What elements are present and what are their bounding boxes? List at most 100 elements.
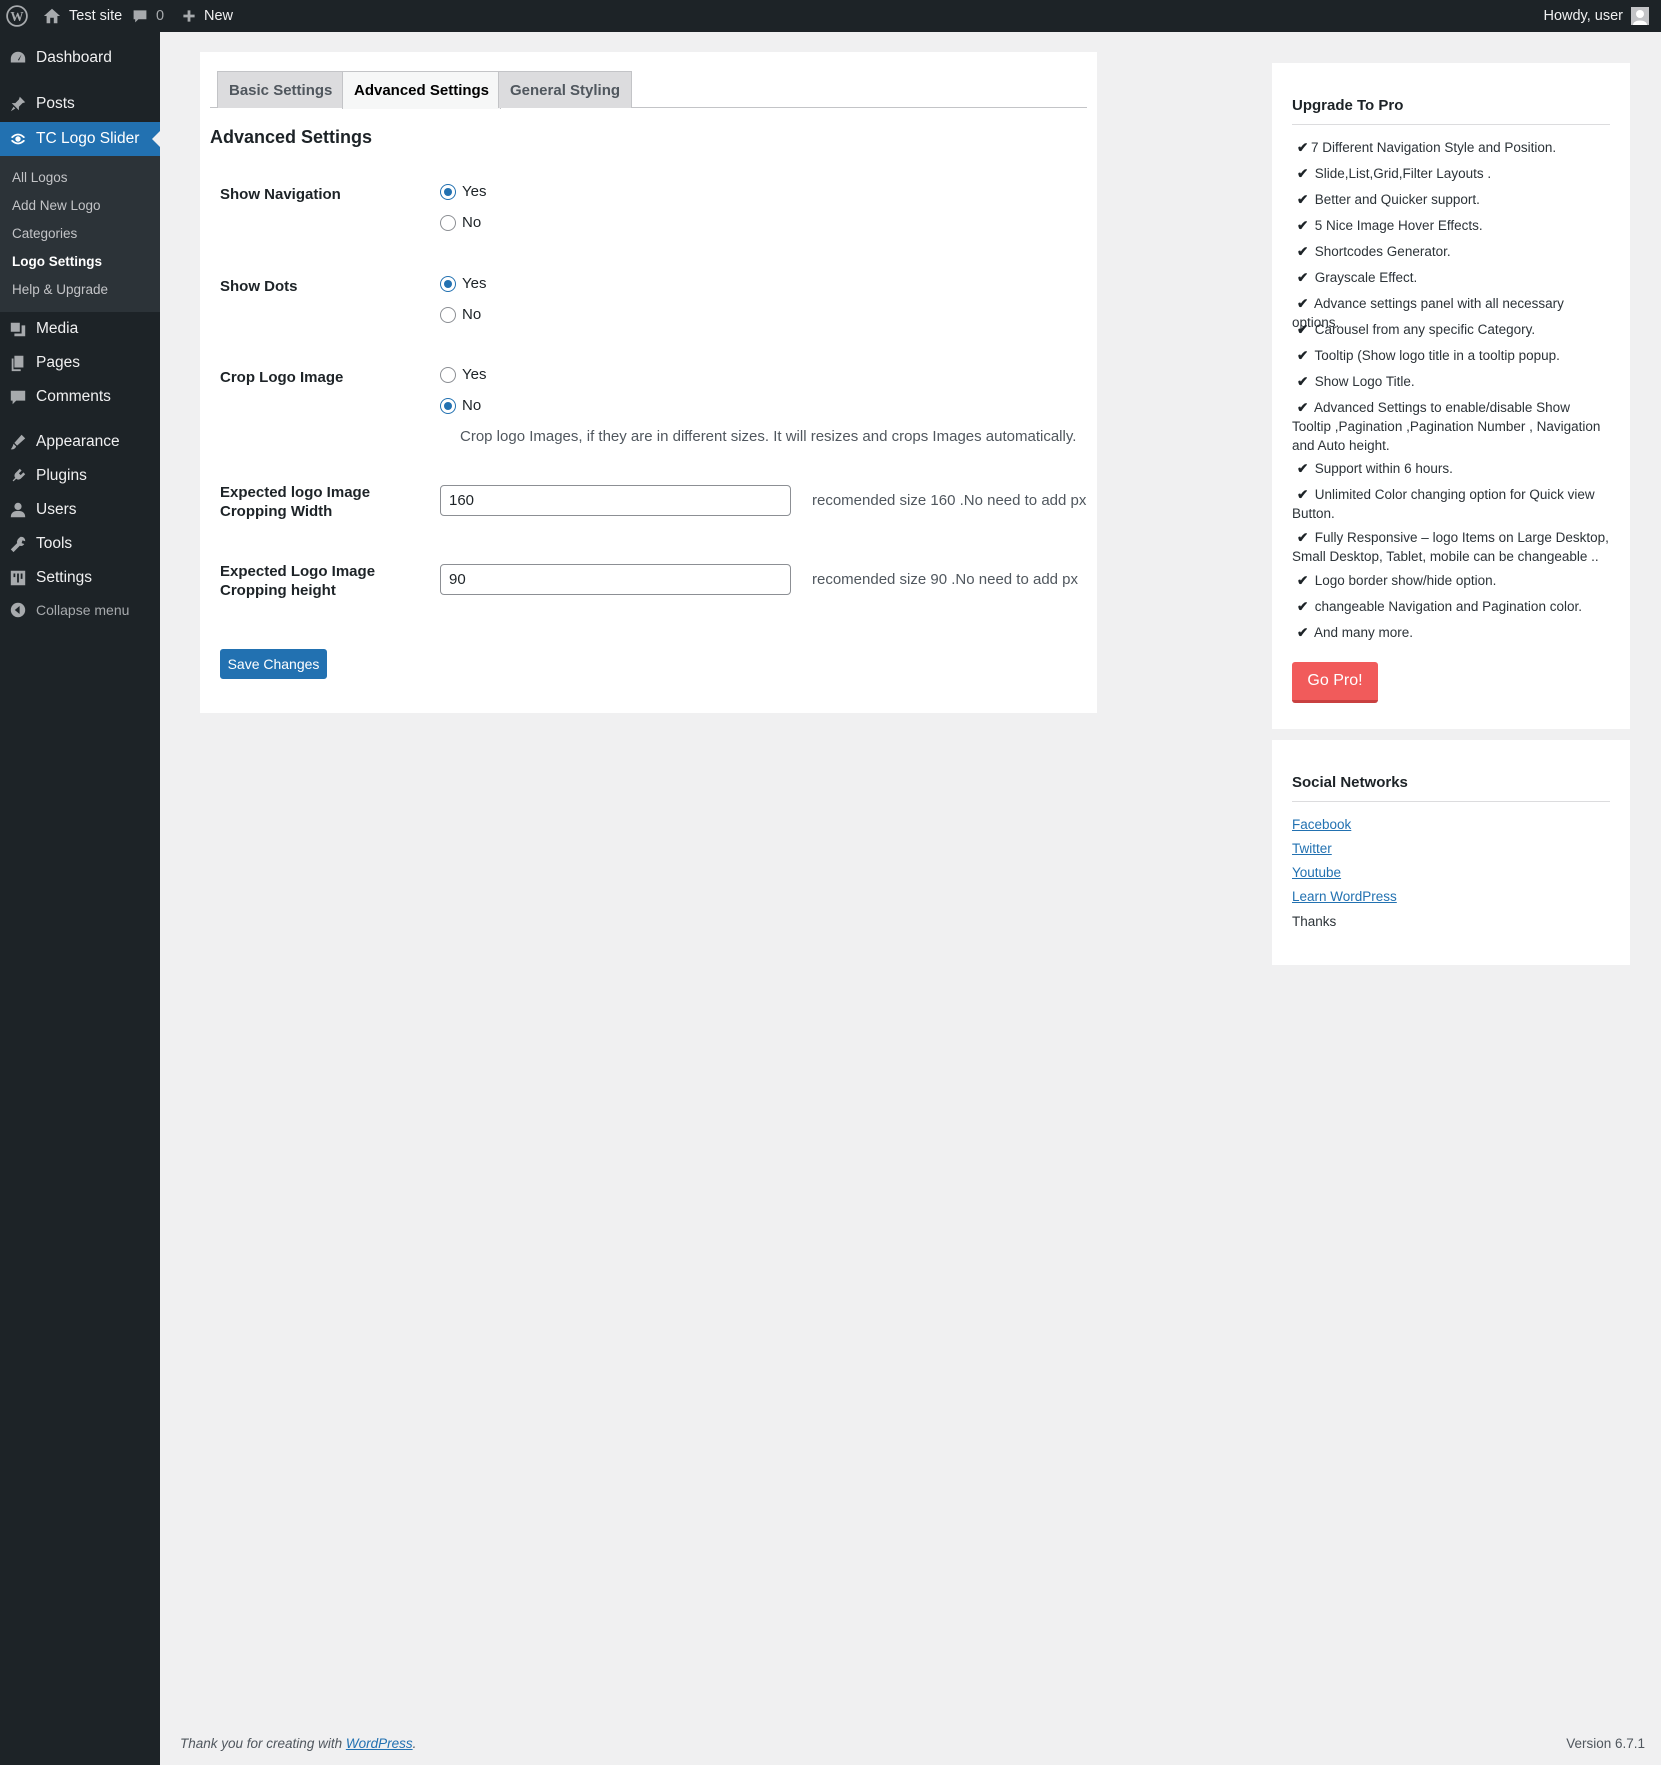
crop-width-label: Expected logo Image Cropping Width — [220, 484, 371, 520]
show-navigation-label: Show Navigation — [220, 186, 341, 203]
comment-bubble-icon — [133, 10, 147, 23]
slider-icon — [0, 130, 36, 148]
collapse-arrow-icon — [0, 602, 36, 618]
radio-label: No — [462, 214, 482, 231]
check-icon: ✔ — [1297, 374, 1309, 389]
sidebar-item-label: Plugins — [36, 467, 87, 484]
feature-item: ✔ Unlimited Color changing option for Qu… — [1292, 487, 1595, 521]
show-dots-yes-radio[interactable]: Yes — [440, 275, 486, 292]
howdy-text: Howdy, user — [1543, 8, 1623, 24]
settings-tabs: Basic Settings Advanced Settings General… — [210, 71, 1087, 109]
sidebar-item-tools[interactable]: Tools — [0, 527, 160, 561]
sidebar-item-comments[interactable]: Comments — [0, 380, 160, 414]
save-changes-button[interactable]: Save Changes — [220, 649, 327, 679]
tab-advanced-settings[interactable]: Advanced Settings — [342, 71, 502, 109]
my-account[interactable]: Howdy, user — [1543, 0, 1649, 32]
sidebar-item-plugins[interactable]: Plugins — [0, 459, 160, 493]
crop-width-hint: recomended size 160 .No need to add px — [812, 492, 1087, 509]
site-name-link[interactable]: Test site — [43, 0, 122, 32]
radio-label: No — [462, 306, 482, 323]
submenu-item-help-upgrade[interactable]: Help & Upgrade — [12, 282, 108, 297]
sidebar-item-label: Tools — [36, 535, 73, 552]
social-networks-title: Social Networks — [1292, 774, 1408, 791]
radio-button[interactable] — [440, 214, 456, 231]
submenu: All Logos Add New Logo Categories Logo S… — [0, 156, 160, 312]
sidebar-item-posts[interactable]: Posts — [0, 87, 160, 121]
crop-logo-hint: Crop logo Images, if they are in differe… — [460, 428, 1077, 445]
show-navigation-yes-radio[interactable]: Yes — [440, 183, 486, 200]
comments-icon — [0, 388, 36, 406]
show-dots-no-radio[interactable]: No — [440, 306, 481, 323]
check-icon: ✔ — [1297, 530, 1309, 545]
crop-logo-no-radio[interactable]: No — [440, 397, 481, 414]
sidebar-item-label: Pages — [36, 354, 80, 371]
show-navigation-no-radio[interactable]: No — [440, 214, 481, 231]
collapse-menu-button[interactable]: Collapse menu — [0, 595, 160, 625]
feature-item: ✔ Slide,List,Grid,Filter Layouts . — [1297, 166, 1492, 181]
upgrade-pro-widget: Upgrade To Pro ✔ 7 Different Navigation S… — [1272, 63, 1630, 729]
submenu-item-logo-settings[interactable]: Logo Settings — [12, 254, 102, 269]
radio-button[interactable] — [440, 306, 456, 323]
check-icon: ✔ — [1297, 625, 1309, 640]
submenu-item-categories[interactable]: Categories — [12, 226, 77, 241]
feature-item: ✔ And many more. — [1297, 625, 1414, 640]
admin-sidebar: Dashboard Posts TC Logo Slider All Logos… — [0, 32, 160, 1765]
wordpress-logo-icon[interactable]: W — [6, 0, 28, 32]
radio-button[interactable] — [440, 397, 456, 414]
radio-label: Yes — [462, 275, 487, 292]
feature-item: ✔ Tooltip (Show logo title in a tooltip … — [1297, 348, 1560, 363]
sidebar-item-dashboard[interactable]: Dashboard — [0, 41, 160, 75]
submenu-item-all-logos[interactable]: All Logos — [12, 170, 68, 185]
settings-icon — [0, 569, 36, 587]
sidebar-item-appearance[interactable]: Appearance — [0, 425, 160, 459]
feature-item: ✔ 5 Nice Image Hover Effects. — [1297, 218, 1483, 233]
new-content-link[interactable]: New — [182, 0, 233, 32]
upgrade-pro-title: Upgrade To Pro — [1292, 97, 1404, 114]
sidebar-item-label: Dashboard — [36, 49, 112, 66]
learn-wordpress-link[interactable]: Learn WordPress — [1292, 889, 1397, 904]
radio-button[interactable] — [440, 275, 456, 292]
radio-button[interactable] — [440, 366, 456, 383]
facebook-link[interactable]: Facebook — [1292, 817, 1351, 832]
sidebar-item-label: Media — [36, 320, 79, 337]
divider — [1292, 801, 1610, 802]
radio-button[interactable] — [440, 183, 456, 200]
crop-width-input[interactable] — [440, 485, 791, 516]
site-name: Test site — [69, 8, 123, 24]
sidebar-item-settings[interactable]: Settings — [0, 561, 160, 595]
wordpress-link[interactable]: WordPress — [346, 1736, 413, 1751]
check-icon: ✔ — [1297, 270, 1309, 285]
divider — [1292, 124, 1610, 125]
svg-text:W: W — [10, 9, 23, 24]
sidebar-item-label: Appearance — [36, 433, 120, 450]
go-pro-button[interactable]: Go Pro! — [1292, 662, 1378, 703]
feature-item: ✔ Show Logo Title. — [1297, 374, 1415, 389]
youtube-link[interactable]: Youtube — [1292, 865, 1341, 880]
admin-bar: W Test site 0 New Howdy, user — [0, 0, 1661, 32]
feature-item: ✔ Better and Quicker support. — [1297, 192, 1480, 207]
comments-link[interactable]: 0 — [132, 0, 164, 32]
sidebar-item-label: TC Logo Slider — [36, 130, 140, 147]
submenu-item-add-new-logo[interactable]: Add New Logo — [12, 198, 101, 213]
check-icon: ✔ — [1297, 487, 1309, 502]
sidebar-item-tc-logo-slider[interactable]: TC Logo Slider — [0, 122, 160, 156]
tab-general-styling[interactable]: General Styling — [498, 71, 633, 108]
sidebar-item-label: Comments — [36, 388, 111, 405]
show-dots-label: Show Dots — [220, 278, 298, 295]
crop-height-input[interactable] — [440, 564, 791, 595]
crop-height-hint: recomended size 90 .No need to add px — [812, 571, 1079, 588]
crop-logo-label: Crop Logo Image — [220, 369, 344, 386]
check-icon: ✔ — [1297, 573, 1309, 588]
sidebar-item-media[interactable]: Media — [0, 312, 160, 346]
feature-item: ✔ Support within 6 hours. — [1297, 461, 1453, 476]
feature-item: ✔ Logo border show/hide option. — [1297, 573, 1497, 588]
pin-icon — [0, 95, 36, 113]
sidebar-item-users[interactable]: Users — [0, 493, 160, 527]
sidebar-item-pages[interactable]: Pages — [0, 346, 160, 380]
crop-logo-yes-radio[interactable]: Yes — [440, 366, 486, 383]
tab-basic-settings[interactable]: Basic Settings — [217, 71, 345, 108]
check-icon: ✔ — [1297, 218, 1309, 233]
twitter-link[interactable]: Twitter — [1292, 841, 1332, 856]
comments-count: 0 — [156, 8, 165, 24]
settings-panel: Basic Settings Advanced Settings General… — [200, 52, 1097, 713]
